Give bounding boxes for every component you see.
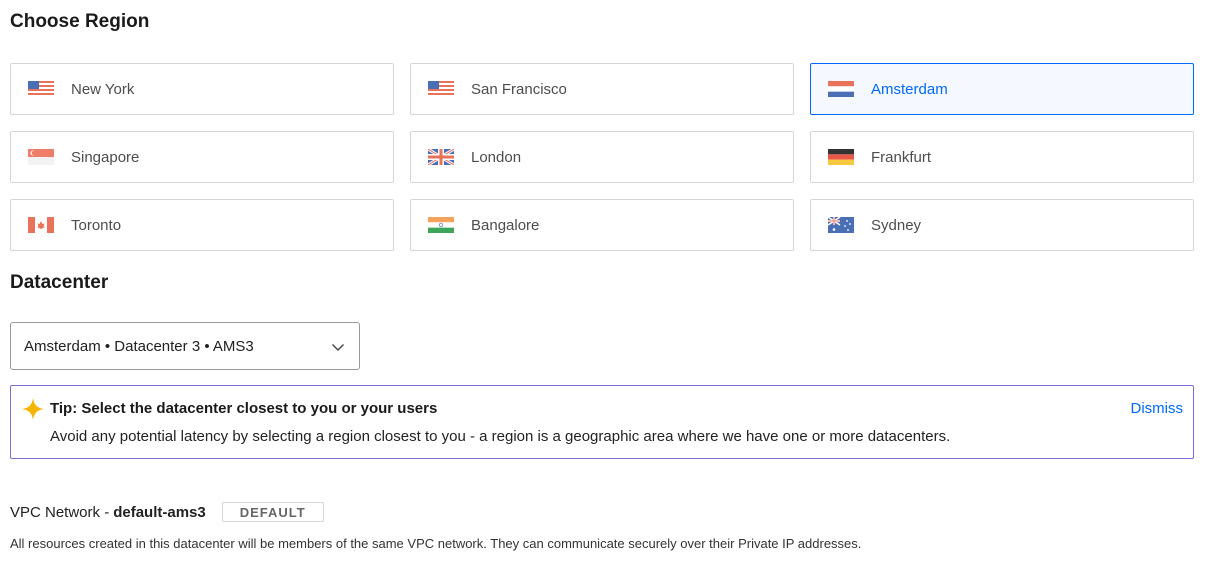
singapore-flag-icon xyxy=(28,149,54,165)
dismiss-link[interactable]: Dismiss xyxy=(1131,400,1184,417)
australia-flag-icon xyxy=(828,217,854,233)
region-card-frankfurt[interactable]: Frankfurt xyxy=(810,131,1194,183)
datacenter-select-value: Amsterdam • Datacenter 3 • AMS3 xyxy=(24,337,254,355)
choose-region-heading: Choose Region xyxy=(10,11,150,32)
region-card-san-francisco[interactable]: San Francisco xyxy=(410,63,794,115)
canada-flag-icon xyxy=(28,217,54,233)
tip-body: Avoid any potential latency by selecting… xyxy=(50,428,951,445)
sparkle-icon xyxy=(22,398,44,420)
region-card-new-york[interactable]: New York xyxy=(10,63,394,115)
region-label: Toronto xyxy=(71,216,122,234)
uk-flag-icon xyxy=(428,149,454,165)
region-label: Frankfurt xyxy=(871,148,932,166)
region-label: San Francisco xyxy=(471,80,567,98)
default-badge: DEFAULT xyxy=(221,502,324,522)
india-flag-icon xyxy=(428,217,454,233)
region-card-london[interactable]: London xyxy=(410,131,794,183)
datacenter-select[interactable]: Amsterdam • Datacenter 3 • AMS3 xyxy=(10,322,360,370)
region-label: London xyxy=(471,148,522,166)
region-card-sydney[interactable]: Sydney xyxy=(810,199,1194,251)
vpc-network-line: VPC Network - default-ams3 DEFAULT xyxy=(10,502,324,522)
us-flag-icon xyxy=(28,81,54,97)
region-label: New York xyxy=(71,80,135,98)
region-label: Amsterdam xyxy=(871,80,948,98)
region-card-singapore[interactable]: Singapore xyxy=(10,131,394,183)
germany-flag-icon xyxy=(828,149,854,165)
region-card-amsterdam[interactable]: Amsterdam xyxy=(810,63,1194,115)
region-label: Bangalore xyxy=(471,216,540,234)
netherlands-flag-icon xyxy=(828,81,854,97)
region-label: Sydney xyxy=(871,216,922,234)
region-card-bangalore[interactable]: Bangalore xyxy=(410,199,794,251)
vpc-description: All resources created in this datacenter… xyxy=(10,536,862,551)
datacenter-heading: Datacenter xyxy=(10,272,109,293)
region-grid: New York San Francisco Amsterdam Singapo… xyxy=(10,63,1194,251)
vpc-name: default-ams3 xyxy=(113,503,206,521)
tip-title: Tip: Select the datacenter closest to yo… xyxy=(50,400,438,417)
region-label: Singapore xyxy=(71,148,140,166)
chevron-down-icon xyxy=(332,344,344,351)
us-flag-icon xyxy=(428,81,454,97)
tip-banner: Tip: Select the datacenter closest to yo… xyxy=(10,385,1194,459)
region-card-toronto[interactable]: Toronto xyxy=(10,199,394,251)
vpc-label: VPC Network - xyxy=(10,503,110,521)
